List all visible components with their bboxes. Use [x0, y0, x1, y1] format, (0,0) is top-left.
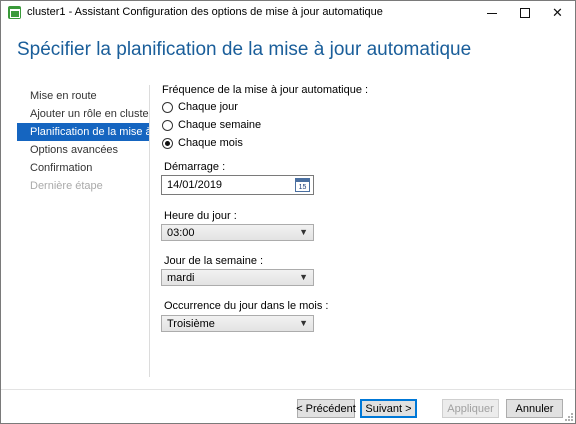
maximize-button[interactable]: [508, 1, 541, 24]
minimize-button[interactable]: [475, 1, 508, 24]
time-value[interactable]: 03:00: [167, 227, 195, 239]
frequency-label: Fréquence de la mise à jour automatique …: [162, 84, 369, 96]
nav-item-derniere-etape: Dernière étape: [30, 180, 103, 192]
nav-item-planification[interactable]: Planification de la mise à j...: [17, 123, 149, 141]
weekday-select[interactable]: mardi ▼: [161, 269, 314, 286]
chevron-down-icon[interactable]: ▼: [299, 318, 308, 328]
footer-divider: [1, 389, 575, 390]
nav-item-ajouter-role[interactable]: Ajouter un rôle en cluster: [17, 105, 149, 123]
weekday-label: Jour de la semaine :: [164, 255, 264, 267]
cluster-update-icon: [8, 6, 21, 19]
wizard-window: cluster1 - Assistant Configuration des o…: [0, 0, 576, 424]
window-title: cluster1 - Assistant Configuration des o…: [27, 6, 383, 18]
time-label: Heure du jour :: [164, 210, 237, 222]
maximize-icon: [519, 7, 530, 18]
chevron-down-icon[interactable]: ▼: [299, 272, 308, 282]
weekday-value[interactable]: mardi: [167, 272, 195, 284]
page-title: Spécifier la planification de la mise à …: [17, 39, 472, 60]
apply-button: Appliquer: [442, 399, 499, 418]
nav-item-options-avancees[interactable]: Options avancées: [17, 141, 149, 159]
chevron-down-icon[interactable]: ▼: [299, 227, 308, 237]
wizard-step-nav: Mise en route Ajouter un rôle en cluster…: [17, 87, 149, 195]
radio-unchecked-icon[interactable]: [162, 119, 173, 131]
radio-label[interactable]: Chaque jour: [178, 101, 238, 113]
start-date-value[interactable]: 14/01/2019: [167, 179, 222, 191]
start-label: Démarrage :: [164, 161, 226, 173]
resize-grip-icon[interactable]: [563, 411, 573, 421]
radio-checked-icon[interactable]: [162, 137, 173, 149]
previous-button[interactable]: < Précédent: [296, 399, 356, 418]
nav-divider: [149, 85, 150, 377]
close-button[interactable]: ✕: [541, 1, 574, 24]
start-date-field[interactable]: 14/01/2019 15: [161, 175, 314, 195]
close-icon: ✕: [552, 4, 563, 20]
title-bar[interactable]: cluster1 - Assistant Configuration des o…: [1, 1, 575, 24]
radio-label[interactable]: Chaque semaine: [178, 119, 261, 131]
radio-chaque-semaine[interactable]: Chaque semaine: [162, 119, 261, 131]
occurrence-label: Occurrence du jour dans le mois :: [164, 300, 329, 312]
radio-label[interactable]: Chaque mois: [178, 137, 243, 149]
radio-chaque-jour[interactable]: Chaque jour: [162, 101, 238, 113]
occurrence-value[interactable]: Troisième: [167, 318, 215, 330]
next-button[interactable]: Suivant >: [360, 399, 417, 418]
nav-item-mise-en-route[interactable]: Mise en route: [17, 87, 149, 105]
occurrence-select[interactable]: Troisième ▼: [161, 315, 314, 332]
nav-item-confirmation[interactable]: Confirmation: [17, 159, 149, 177]
time-select[interactable]: 03:00 ▼: [161, 224, 314, 241]
cancel-button[interactable]: Annuler: [506, 399, 563, 418]
radio-unchecked-icon[interactable]: [162, 101, 173, 113]
minimize-icon: [486, 13, 497, 14]
radio-chaque-mois[interactable]: Chaque mois: [162, 137, 243, 149]
calendar-icon[interactable]: 15: [295, 178, 310, 192]
